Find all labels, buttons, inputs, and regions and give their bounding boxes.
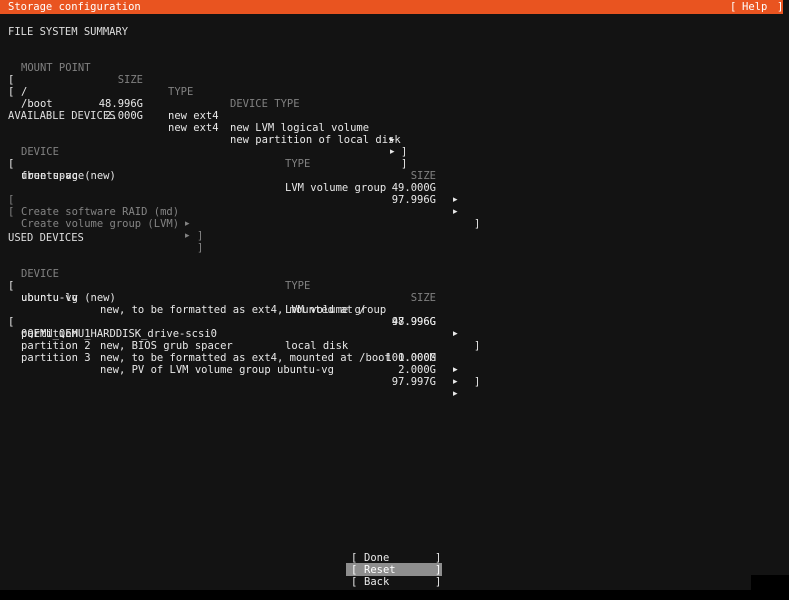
help-button[interactable]: [ Help ] <box>730 1 783 13</box>
submenu-arrow-icon: ▸ <box>453 365 458 375</box>
available-header-row: DEVICE TYPE SIZE <box>0 134 436 182</box>
available-devices-section-title: AVAILABLE DEVICES <box>8 110 116 122</box>
bracket-open: [ <box>8 86 15 98</box>
installer-screen: Storage configuration [ Help ] FILE SYST… <box>0 0 789 600</box>
title-bar: Storage configuration [ Help ] <box>0 0 783 14</box>
bracket-close: ] <box>435 552 442 564</box>
partition-description: new, PV of LVM volume group ubuntu-vg <box>100 364 334 376</box>
bracket-open: [ <box>730 1 737 13</box>
submenu-arrow-icon: ▸ <box>185 231 190 241</box>
col-size: SIZE <box>410 292 436 304</box>
terminal-area: Storage configuration [ Help ] FILE SYST… <box>0 0 789 590</box>
bracket-close: ] <box>197 242 204 254</box>
size-value: 2.000G <box>398 364 436 376</box>
submenu-arrow-icon: ▸ <box>185 219 190 229</box>
used-row-partition-2[interactable]: partition 2 new, to be formatted as ext4… <box>0 328 458 387</box>
device-description: new, to be formatted as ext4, mounted at… <box>100 304 366 316</box>
used-row-disk[interactable]: [ 0QEMU_QEMU_HARDDISK_drive-scsi0 local … <box>0 304 480 388</box>
used-row-partition-3[interactable]: partition 3 new, PV of LVM volume group … <box>0 340 458 399</box>
done-button-label: Done <box>364 552 390 564</box>
bracket-open: [ <box>351 552 358 564</box>
size-value: 48.996G <box>391 316 436 328</box>
bracket-open: [ <box>351 576 358 588</box>
reset-button[interactable]: [ Reset ] <box>351 564 443 576</box>
used-row-vg[interactable]: [ ubuntu-vg (new) LVM volume group 97.99… <box>0 268 480 352</box>
col-size: SIZE <box>117 74 143 86</box>
bracket-close: ] <box>474 340 481 352</box>
size-value: 49.000G <box>391 182 436 194</box>
size-value: 48.996G <box>98 98 143 110</box>
available-row-vg[interactable]: [ ubuntu-vg (new) LVM volume group 97.99… <box>0 146 480 230</box>
used-row-lv[interactable]: ubuntu-lv new, to be formatted as ext4, … <box>0 280 458 339</box>
device-type: LVM volume group <box>285 182 387 194</box>
back-button-label: Back <box>364 576 390 588</box>
partition-description: new, to be formatted as ext4, mounted at… <box>100 352 391 364</box>
bracket-open: [ <box>351 564 358 576</box>
reset-button-label: Reset <box>364 564 396 576</box>
fs-row-root[interactable]: [ / 48.996G new ext4 new LVM logical vol… <box>0 62 407 158</box>
size-value: 97.997G <box>391 376 436 388</box>
col-size: SIZE <box>410 170 436 182</box>
device-type: new LVM logical volume <box>230 122 370 134</box>
partition-description: new, BIOS grub spacer <box>100 340 233 352</box>
create-vg-label: Create volume group (LVM) <box>21 218 180 230</box>
create-raid-label: Create software RAID (md) <box>21 206 180 218</box>
used-row-partition-1[interactable]: partition 1 new, BIOS grub spacer 1.000M… <box>0 316 458 375</box>
used-devices-section-title: USED DEVICES <box>8 232 84 244</box>
bracket-open: [ <box>8 206 15 218</box>
device-type: new partition of local disk <box>230 134 401 146</box>
col-type: TYPE <box>168 86 194 98</box>
fs-type: new ext4 <box>168 122 219 134</box>
col-type: TYPE <box>285 280 311 292</box>
submenu-arrow-icon: ▸ <box>453 207 458 217</box>
bracket-close: ] <box>197 230 204 242</box>
submenu-arrow-icon: ▸ <box>453 195 458 205</box>
create-raid-button[interactable]: [ Create software RAID (md) ▸ ] <box>0 182 203 242</box>
fs-summary-header-row: MOUNT POINT SIZE TYPE DEVICE TYPE <box>0 50 300 110</box>
device-name: free space <box>21 170 85 182</box>
bracket-close: ] <box>401 146 408 158</box>
col-type: TYPE <box>285 158 311 170</box>
bracket-close: ] <box>435 564 442 576</box>
screen-corner-filler <box>751 575 789 600</box>
submenu-arrow-icon: ▸ <box>453 329 458 339</box>
used-header-row: DEVICE TYPE SIZE <box>0 256 436 304</box>
device-type: local disk <box>285 340 349 352</box>
fs-type: new ext4 <box>168 110 219 122</box>
bracket-close: ] <box>474 218 481 230</box>
device-name: ubuntu-lv <box>21 292 78 304</box>
create-vg-button[interactable]: [ Create volume group (LVM) ▸ ] <box>0 194 203 254</box>
fs-row-boot[interactable]: [ /boot 2.000G new ext4 new partition of… <box>0 74 407 170</box>
size-value: 97.996G <box>391 194 436 206</box>
partition-name: partition 3 <box>21 352 91 364</box>
bracket-close: ] <box>777 1 784 13</box>
mount-point: /boot <box>21 98 53 110</box>
submenu-arrow-icon: ▸ <box>453 377 458 387</box>
submenu-arrow-icon: ▸ <box>453 389 458 399</box>
help-button-label: Help <box>742 1 768 13</box>
col-device-type: DEVICE TYPE <box>230 98 300 110</box>
back-button[interactable]: [ Back ] <box>351 576 443 588</box>
done-button[interactable]: [ Done ] <box>351 552 443 564</box>
bracket-close: ] <box>474 376 481 388</box>
available-row-free-space[interactable]: free space 49.000G ▸ <box>0 158 458 205</box>
bracket-close: ] <box>401 158 408 170</box>
bracket-close: ] <box>435 576 442 588</box>
fs-summary-section-title: FILE SYSTEM SUMMARY <box>8 26 129 38</box>
page-title: Storage configuration <box>8 1 141 13</box>
submenu-arrow-icon: ▸ <box>390 147 395 157</box>
